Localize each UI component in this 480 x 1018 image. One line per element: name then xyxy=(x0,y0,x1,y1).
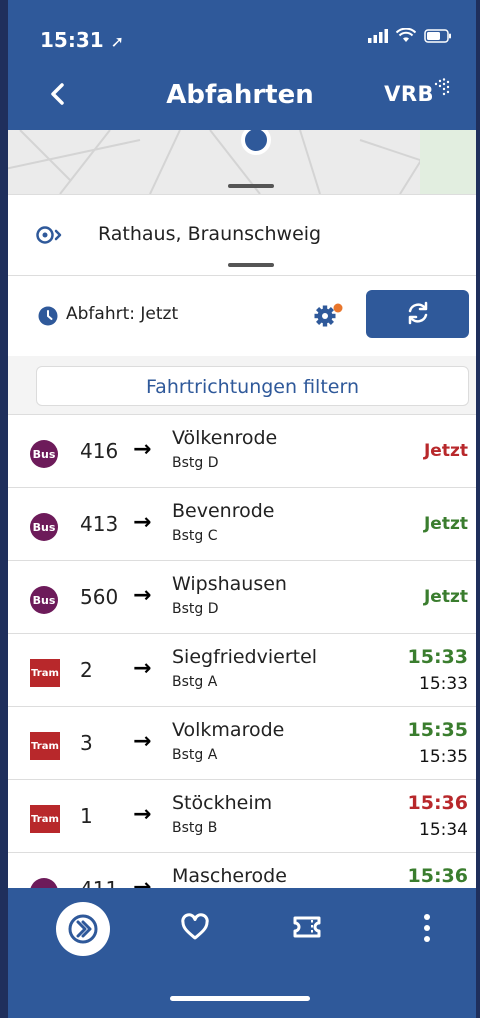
signal-icon xyxy=(368,28,388,43)
line-number: 3 xyxy=(80,731,93,755)
realtime-departure: 15:36 xyxy=(407,792,468,814)
platform: Bstg A xyxy=(172,674,218,690)
departure-time-label[interactable]: Abfahrt: Jetzt xyxy=(66,304,178,324)
refresh-button[interactable] xyxy=(366,290,469,338)
arrow-right-icon: → xyxy=(133,802,152,827)
destination: Wipshausen xyxy=(172,573,287,595)
line-number: 560 xyxy=(80,585,119,609)
departure-time: Jetzt xyxy=(423,441,468,461)
arrow-right-icon: → xyxy=(133,875,152,889)
platform: Bstg B xyxy=(172,820,218,836)
realtime-departure: 15:35 xyxy=(407,719,468,741)
frame-left-edge xyxy=(0,0,8,1018)
stop-location-icon xyxy=(36,226,62,244)
tram-badge-icon: Tram xyxy=(30,805,60,833)
arrow-right-icon: → xyxy=(133,510,152,535)
wifi-icon xyxy=(396,28,416,42)
bus-badge-icon: Bus xyxy=(30,513,58,541)
settings-gear-icon[interactable] xyxy=(314,302,344,328)
arrow-right-icon: → xyxy=(133,656,152,681)
platform: Bstg D xyxy=(172,601,219,617)
departure-row[interactable]: Tram 1 → Stöckheim Bstg B 15:36 15:34 xyxy=(0,780,480,853)
realtime-departure: 15:33 xyxy=(407,646,468,668)
stop-handle[interactable] xyxy=(228,263,274,267)
line-number: 2 xyxy=(80,658,93,682)
departure-row[interactable]: Bus 413 → Bevenrode Bstg C Jetzt xyxy=(0,488,480,561)
app-screen: 15:31 ➚ Abfahrten VRB Rathaus, Braunschw… xyxy=(0,0,480,1018)
heart-icon[interactable] xyxy=(180,912,210,942)
destination: Stöckheim xyxy=(172,792,273,814)
status-time: 15:31 ➚ xyxy=(40,28,125,52)
line-number: 413 xyxy=(80,512,119,536)
sheet-handle[interactable] xyxy=(228,184,274,188)
line-number: 416 xyxy=(80,439,119,463)
arrow-right-icon: → xyxy=(133,729,152,754)
realtime-departure: 15:36 xyxy=(407,865,468,887)
departure-row[interactable]: Bus 416 → Völkenrode Bstg D Jetzt xyxy=(0,415,480,488)
scheduled-departure: 15:33 xyxy=(419,674,468,694)
tab-departures[interactable] xyxy=(56,902,110,956)
arrow-right-icon: → xyxy=(133,437,152,462)
departure-time: Jetzt xyxy=(423,514,468,534)
header: 15:31 ➚ Abfahrten VRB xyxy=(0,0,480,130)
scheduled-departure: 15:34 xyxy=(419,820,468,840)
status-icons xyxy=(368,28,452,43)
ticket-icon[interactable] xyxy=(292,914,322,940)
destination: Volkmarode xyxy=(172,719,285,741)
filter-directions-button[interactable]: Fahrtrichtungen filtern xyxy=(36,366,469,406)
scheduled-departure: 15:35 xyxy=(419,747,468,767)
destination: Bevenrode xyxy=(172,500,275,522)
bus-badge-icon: Bus xyxy=(30,586,58,614)
platform: Bstg D xyxy=(172,455,219,471)
refresh-icon xyxy=(408,301,427,324)
destination: Völkenrode xyxy=(172,427,278,449)
logo-dots-icon xyxy=(434,78,450,96)
clock-icon xyxy=(38,306,58,326)
arrow-right-icon: → xyxy=(133,583,152,608)
line-number: 1 xyxy=(80,804,93,828)
bus-badge-icon: Bus xyxy=(30,440,58,468)
platform: Bstg A xyxy=(172,747,218,763)
departures-icon xyxy=(68,914,98,944)
more-icon[interactable] xyxy=(420,912,434,944)
departure-time: Jetzt xyxy=(423,587,468,607)
vrb-logo: VRB xyxy=(384,78,452,106)
departure-row[interactable]: Bus 560 → Wipshausen Bstg D Jetzt xyxy=(0,561,480,634)
destination: Mascherode xyxy=(172,865,287,887)
departure-list[interactable]: Bus 416 → Völkenrode Bstg D Jetzt Bus 41… xyxy=(0,414,480,889)
tram-badge-icon: Tram xyxy=(30,659,60,687)
departure-row[interactable]: Bus 411 → Mascherode 15:36 xyxy=(0,853,480,889)
departure-row[interactable]: Tram 2 → Siegfriedviertel Bstg A 15:33 1… xyxy=(0,634,480,707)
tram-badge-icon: Tram xyxy=(30,732,60,760)
home-indicator xyxy=(170,996,310,1001)
battery-icon xyxy=(424,28,451,43)
frame-right-edge xyxy=(476,0,480,1018)
stop-name: Rathaus, Braunschweig xyxy=(98,223,322,245)
departure-row[interactable]: Tram 3 → Volkmarode Bstg A 15:35 15:35 xyxy=(0,707,480,780)
destination: Siegfriedviertel xyxy=(172,646,318,668)
platform: Bstg C xyxy=(172,528,218,544)
